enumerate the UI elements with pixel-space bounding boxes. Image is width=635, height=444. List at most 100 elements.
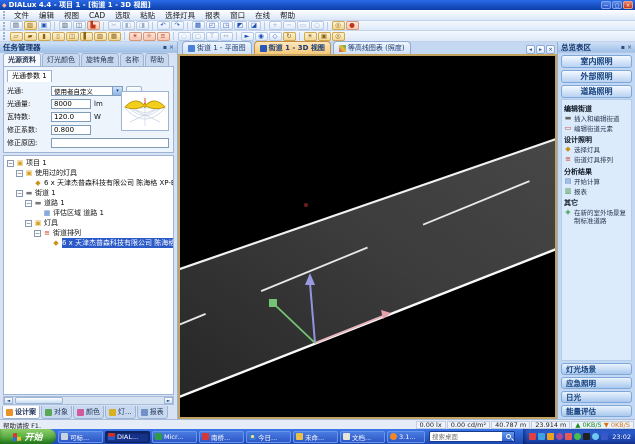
tab-luminaire-selection[interactable]: 灯...: [105, 406, 136, 419]
menu-edit[interactable]: 编辑: [34, 10, 59, 21]
taskbar-button-3[interactable]: 南桥...: [199, 431, 244, 443]
taskbar-button-6[interactable]: 文档...: [340, 431, 385, 443]
taskbar-button-dialux[interactable]: DIAL...: [105, 431, 150, 443]
menu-file[interactable]: 文件: [9, 10, 34, 21]
save-icon[interactable]: ▣: [38, 21, 51, 30]
taskbar-button-5[interactable]: 未命...: [293, 431, 338, 443]
menu-paste[interactable]: 粘贴: [135, 10, 160, 21]
collapse-icon[interactable]: −: [16, 170, 23, 177]
tree-item-used-luminaires[interactable]: − ▣ 使用过的灯具: [4, 168, 173, 178]
tab-output[interactable]: 报表: [137, 406, 168, 419]
close-icon[interactable]: ×: [623, 1, 633, 9]
guide-item-start-calculation[interactable]: ▤ 开始计算: [564, 178, 629, 186]
paste-icon[interactable]: ◨: [136, 21, 149, 30]
cut-icon[interactable]: ✂: [108, 21, 121, 30]
calc-point-icon[interactable]: ◌: [178, 32, 191, 41]
luminous-dropdown[interactable]: 使用者自定义 ▾: [51, 86, 123, 96]
guide-item-street-arrangement[interactable]: ≡ 街道灯具排列: [564, 156, 629, 164]
insert-wall-icon[interactable]: ▮: [38, 32, 51, 41]
tab-3d-view[interactable]: 街道 1 - 3D 视图: [254, 41, 331, 54]
cad-front-view-icon[interactable]: ◰: [206, 21, 219, 30]
tab-objects[interactable]: 对象: [41, 406, 72, 419]
camera-tool-icon[interactable]: ◎: [332, 32, 345, 41]
energy-evaluation-button[interactable]: 能量评估: [561, 405, 632, 417]
tree-item-street[interactable]: − ▬ 街道 1: [4, 188, 173, 198]
lamp-tool-icon[interactable]: ☀: [304, 32, 317, 41]
collapse-icon[interactable]: −: [34, 230, 41, 237]
dimension-icon[interactable]: ↔: [220, 32, 233, 41]
tray-icon[interactable]: [565, 433, 572, 440]
factor-field[interactable]: [51, 125, 91, 135]
luminaire-line-icon[interactable]: ≡: [157, 32, 170, 41]
taskbar-button-2[interactable]: Micr...: [152, 431, 197, 443]
tray-icon[interactable]: [574, 433, 581, 440]
draw-room-icon[interactable]: ▱: [10, 32, 23, 41]
new-file-icon[interactable]: ▤: [10, 21, 23, 30]
tab-scroll-right-icon[interactable]: ▸: [536, 45, 545, 54]
light-scenes-button[interactable]: 灯光场景: [561, 363, 632, 375]
collapse-icon[interactable]: −: [25, 220, 32, 227]
horizontal-scrollbar[interactable]: ◄ ►: [3, 396, 174, 405]
taskbar-button-4[interactable]: 今日...: [246, 431, 291, 443]
menu-select[interactable]: 选取: [110, 10, 135, 21]
copy-icon[interactable]: ◧: [122, 21, 135, 30]
luminaire-field-icon[interactable]: ☼: [143, 32, 156, 41]
guide-item-edit-street-elements[interactable]: ▭ 编辑街道元素: [564, 125, 629, 133]
guide-item-copy-standard-road[interactable]: ◈ 在新的室外场景复制标准道路: [564, 209, 629, 225]
light-scene-icon[interactable]: ▣: [318, 32, 331, 41]
print-preview-icon[interactable]: ◫: [73, 21, 86, 30]
tree-item-project[interactable]: − ▣ 项目 1: [4, 158, 173, 168]
redo-icon[interactable]: ↷: [171, 21, 184, 30]
tree-item-luminaires-folder[interactable]: − ▣ 灯具: [4, 218, 173, 228]
texture-icon[interactable]: ▨: [94, 32, 107, 41]
tab-colors[interactable]: 颜色: [73, 406, 104, 419]
zoom-out-icon[interactable]: −: [283, 21, 296, 30]
menu-report[interactable]: 报表: [200, 10, 225, 21]
tree-item-street-arrangement[interactable]: − ≡ 街道排列: [4, 228, 173, 238]
open-icon[interactable]: ▨: [24, 21, 37, 30]
minimize-icon[interactable]: —: [601, 1, 611, 9]
collapse-icon[interactable]: −: [16, 190, 23, 197]
tab-name[interactable]: 名称: [120, 53, 144, 66]
orbit-tool-icon[interactable]: ↻: [283, 32, 296, 41]
start-button[interactable]: 开始: [0, 429, 56, 444]
guide-item-insert-street[interactable]: ▬ 插入和编辑街道: [564, 115, 629, 123]
text-object-icon[interactable]: T: [206, 32, 219, 41]
menu-luminaire-selection[interactable]: 选择灯具: [160, 10, 200, 21]
tray-icon[interactable]: [601, 433, 608, 440]
section-exterior-lighting[interactable]: 外部照明: [561, 70, 632, 83]
tray-icon[interactable]: [538, 433, 545, 440]
guide-item-report[interactable]: ▥ 报表: [564, 188, 629, 196]
menu-view[interactable]: 视图: [59, 10, 84, 21]
raster-icon[interactable]: ▦: [108, 32, 121, 41]
search-input[interactable]: [430, 433, 502, 441]
tray-icon[interactable]: [583, 433, 590, 440]
cad-perspective-icon[interactable]: ◪: [248, 21, 261, 30]
taskbar-button-0[interactable]: 可标...: [58, 431, 103, 443]
insert-luminaire-icon[interactable]: ☀: [129, 32, 142, 41]
tray-icon[interactable]: [529, 433, 536, 440]
tree-item-evaluation-area[interactable]: ▦ 评估区域 道路 1: [4, 208, 173, 218]
tab-help[interactable]: 帮助: [145, 53, 169, 66]
cad-3d-view-icon[interactable]: ◩: [234, 21, 247, 30]
scroll-left-icon[interactable]: ◄: [4, 397, 13, 404]
print-icon[interactable]: ▥: [59, 21, 72, 30]
cad-side-view-icon[interactable]: ◳: [220, 21, 233, 30]
flux-field[interactable]: [51, 99, 91, 109]
3d-viewport[interactable]: [178, 54, 557, 419]
scrollbar-thumb[interactable]: [15, 397, 63, 404]
collapse-icon[interactable]: −: [25, 200, 32, 207]
tray-icon[interactable]: [547, 433, 554, 440]
online-icon[interactable]: ◎: [332, 21, 345, 30]
search-button[interactable]: [502, 431, 514, 442]
emergency-lighting-button[interactable]: 应急照明: [561, 377, 632, 389]
cad-plan-view-icon[interactable]: ▦: [192, 21, 205, 30]
calc-surface-icon[interactable]: ▢: [192, 32, 205, 41]
zoom-all-icon[interactable]: ○: [311, 21, 324, 30]
menu-online[interactable]: 在线: [250, 10, 275, 21]
pin-icon[interactable]: ▪: [621, 44, 625, 51]
zoom-in-icon[interactable]: +: [269, 21, 282, 30]
section-road-lighting[interactable]: 道路照明: [561, 85, 632, 98]
tab-rotation-angle[interactable]: 旋转角度: [81, 53, 119, 66]
desktop-search-bar[interactable]: [429, 431, 515, 442]
